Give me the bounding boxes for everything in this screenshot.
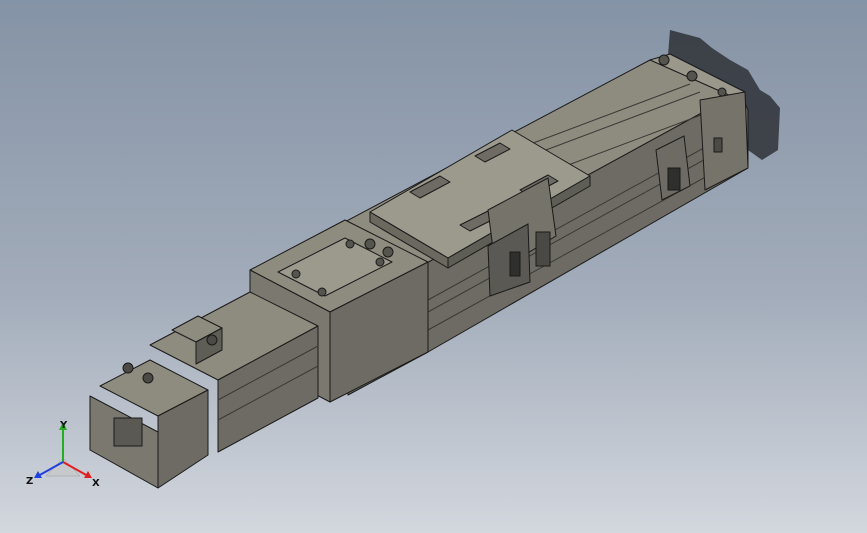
coordinate-triad-icon: Y X Z xyxy=(26,420,100,489)
linear-actuator-model[interactable] xyxy=(0,0,867,533)
motor-end-block xyxy=(89,359,209,489)
y-axis-label: Y xyxy=(59,420,68,431)
x-axis-label: X xyxy=(92,478,100,489)
z-axis-label: Z xyxy=(26,476,33,487)
cad-viewport[interactable]: Y X Z xyxy=(0,0,867,533)
